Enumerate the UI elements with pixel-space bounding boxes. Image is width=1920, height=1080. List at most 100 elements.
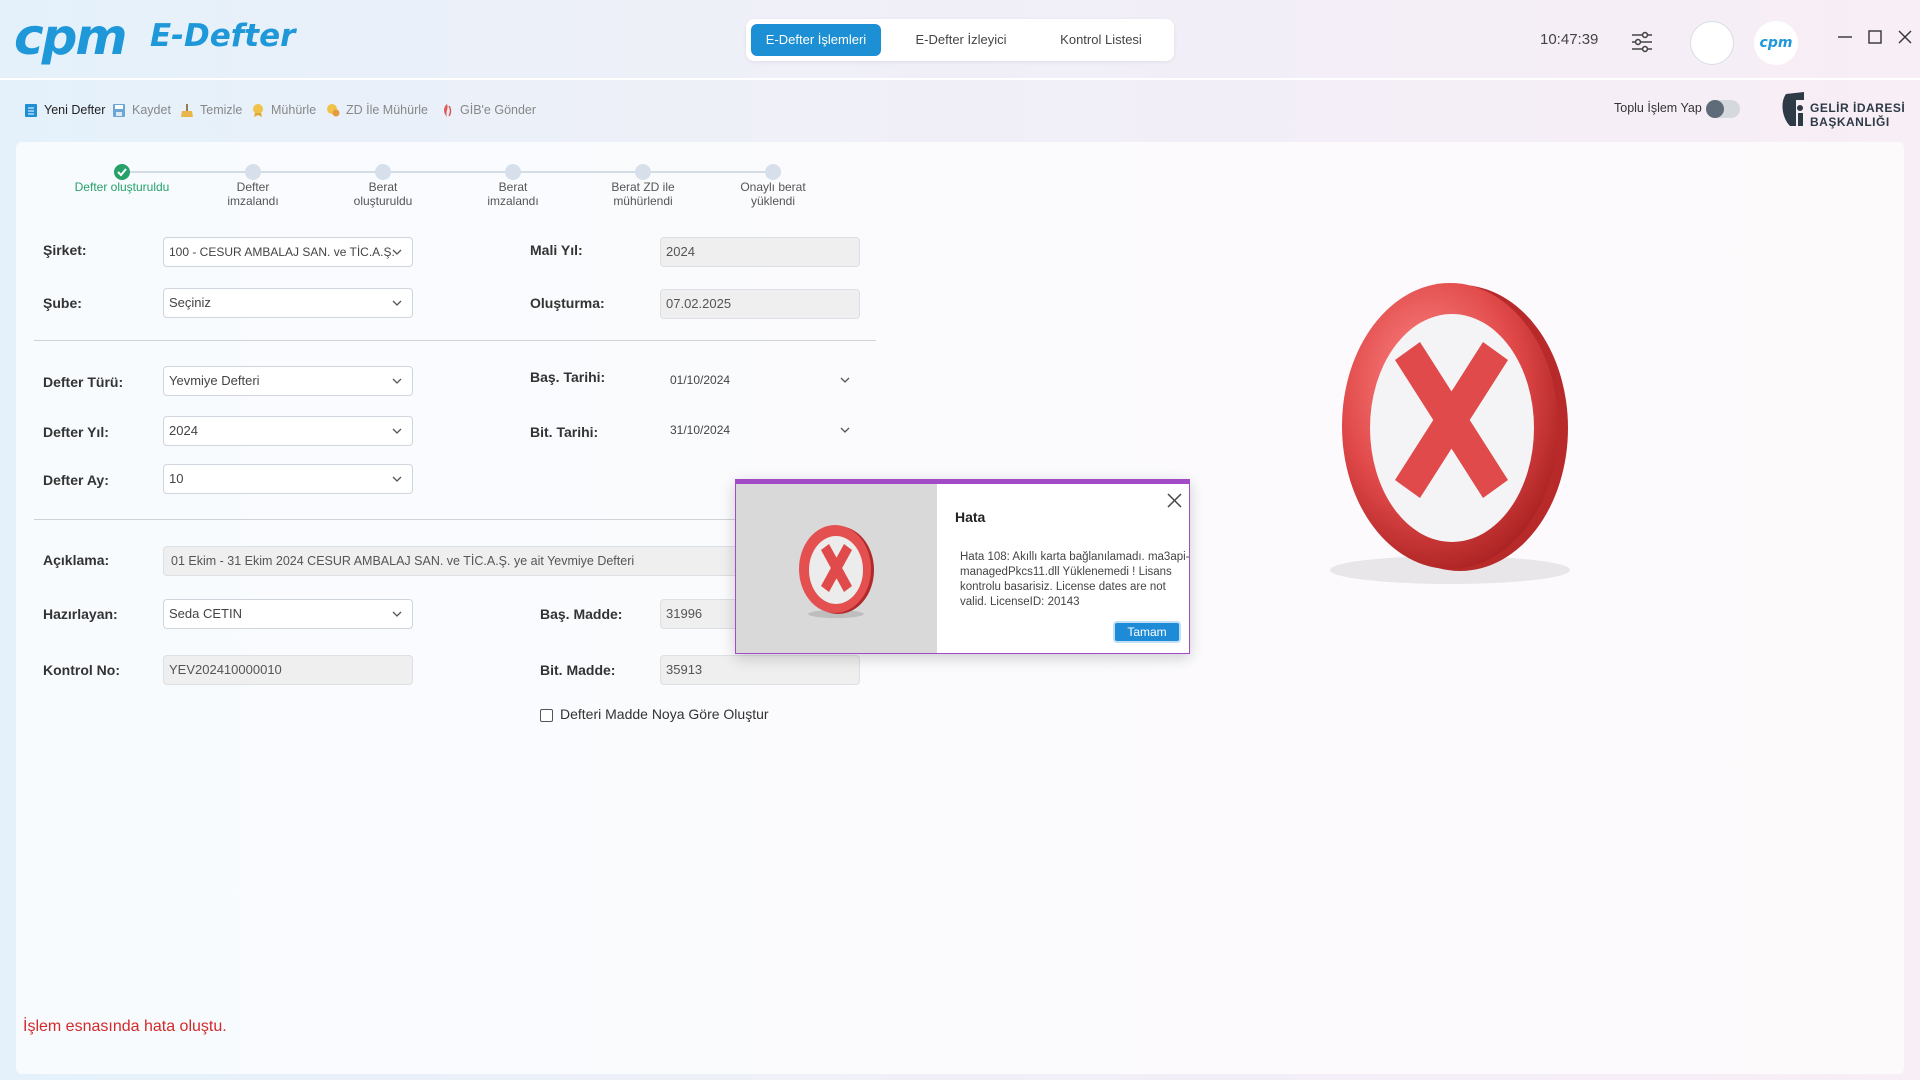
dialog-ok-button[interactable]: Tamam [1113, 621, 1181, 643]
start-entry-label: Baş. Madde: [540, 606, 623, 622]
tab-edefter-islemleri[interactable]: E-Defter İşlemleri [751, 24, 881, 56]
maximize-icon[interactable] [1866, 28, 1884, 46]
app-title: E-Defter [150, 18, 296, 54]
chevron-down-icon [840, 427, 850, 433]
step-label-4: Berat imzalandı [453, 180, 573, 208]
seal-icon [253, 103, 263, 117]
save-button[interactable]: Kaydet [112, 100, 171, 120]
gib-logo-line-1: GELİR İDARESİ [1810, 101, 1906, 115]
ledger-year-label: Defter Yıl: [43, 424, 109, 440]
step-label-1: Defter oluşturuldu [62, 180, 182, 194]
step-dot-6 [765, 164, 781, 180]
branch-value: Seçiniz [169, 295, 211, 310]
clear-button[interactable]: Temizle [180, 100, 242, 120]
prepared-by-label: Hazırlayan: [43, 606, 118, 622]
error-x-icon [799, 525, 874, 618]
chevron-down-icon [392, 249, 402, 255]
step-label-4-line-2: imzalandı [487, 194, 539, 208]
chevron-down-icon [392, 476, 402, 482]
control-no-field: YEV202410000010 [163, 655, 413, 685]
step-label-6: Onaylı berat yüklendi [713, 180, 833, 208]
branch-select[interactable]: Seçiniz [163, 288, 413, 318]
step-label-6-line-1: Onaylı berat [740, 180, 806, 194]
created-date-label: Oluşturma: [530, 295, 605, 311]
clock: 10:47:39 [1540, 31, 1599, 48]
main-tabs: E-Defter İşlemleri E-Defter İzleyici Kon… [746, 19, 1174, 61]
step-dot-3 [375, 164, 391, 180]
control-no-label: Kontrol No: [43, 662, 120, 678]
description-label: Açıklama: [43, 552, 110, 568]
tab-kontrol-listesi[interactable]: Kontrol Listesi [1036, 24, 1166, 56]
start-date-value: 01/10/2024 [670, 373, 731, 387]
minimize-icon[interactable] [1836, 28, 1854, 46]
step-dot-5 [635, 164, 651, 180]
seal-button[interactable]: Mühürle [251, 100, 316, 120]
step-label-6-line-2: yüklendi [750, 194, 796, 208]
broom-icon [181, 103, 193, 117]
ledger-type-select[interactable]: Yevmiye Defteri [163, 366, 413, 396]
bulk-operation-toggle[interactable] [1706, 100, 1740, 118]
chevron-down-icon [392, 300, 402, 306]
entry-order-checkbox-label: Defteri Madde Noya Göre Oluştur [560, 706, 769, 722]
step-label-5-line-1: Berat ZD ile [611, 180, 675, 194]
toggle-knob [1706, 100, 1724, 118]
step-label-1-line-1: Defter oluşturuldu [74, 180, 170, 194]
step-label-5-line-2: mühürlendi [613, 194, 673, 208]
clear-label: Temizle [200, 103, 243, 117]
end-entry-field[interactable]: 35913 [660, 655, 860, 685]
created-date-field: 07.02.2025 [660, 289, 860, 319]
seal-with-timestamp-button[interactable]: ZD İle Mühürle [326, 100, 428, 120]
seal-timestamp-icon [327, 103, 340, 116]
step-label-2-line-1: Defter [236, 180, 270, 194]
chevron-down-icon [392, 428, 402, 434]
ledger-month-select[interactable]: 10 [163, 464, 413, 494]
end-entry-label: Bit. Madde: [540, 662, 616, 678]
step-label-5: Berat ZD ile mühürlendi [583, 180, 703, 208]
ledger-month-label: Defter Ay: [43, 472, 109, 488]
end-date-value: 31/10/2024 [670, 423, 731, 437]
step-label-2: Defter imzalandı [193, 180, 313, 208]
start-date-label: Baş. Tarihi: [530, 369, 606, 385]
step-label-3: Berat oluşturuldu [323, 180, 443, 208]
settings-sliders-icon[interactable] [1630, 30, 1654, 54]
company-label: Şirket: [43, 242, 87, 258]
ledger-type-value: Yevmiye Defteri [169, 373, 260, 388]
step-label-2-line-2: imzalandı [227, 194, 279, 208]
new-ledger-label: Yeni Defter [44, 103, 106, 117]
entry-order-checkbox[interactable] [540, 709, 553, 722]
seal-with-timestamp-label: ZD İle Mühürle [346, 103, 428, 117]
new-ledger-button[interactable]: Yeni Defter [24, 100, 105, 120]
check-icon [117, 168, 127, 177]
user-avatar[interactable] [1690, 21, 1734, 65]
chevron-down-icon [840, 377, 850, 383]
send-to-gib-button[interactable]: GİB'e Gönder [440, 100, 536, 120]
progress-track [122, 171, 774, 173]
section-divider-1 [34, 340, 876, 341]
chevron-down-icon [392, 378, 402, 384]
dialog-message: Hata 108: Akıllı karta bağlanılamadı. ma… [960, 551, 1190, 608]
start-date-picker[interactable]: 01/10/2024 [665, 366, 860, 396]
step-label-3-line-1: Berat [368, 180, 398, 194]
send-to-gib-label: GİB'e Gönder [460, 103, 537, 117]
prepared-by-select[interactable]: Seda CETIN [163, 599, 413, 629]
end-date-picker[interactable]: 31/10/2024 [665, 416, 860, 446]
ledger-year-select[interactable]: 2024 [163, 416, 413, 446]
company-select[interactable]: 100 - CESUR AMBALAJ SAN. ve TİC.A.Ş. [163, 237, 413, 267]
ledger-year-value: 2024 [169, 423, 198, 438]
company-value: 100 - CESUR AMBALAJ SAN. ve TİC.A.Ş. [169, 245, 395, 259]
bulk-operation-label: Toplu İşlem Yap [1614, 101, 1702, 115]
chevron-down-icon [392, 611, 402, 617]
step-dot-2 [245, 164, 261, 180]
close-icon[interactable] [1896, 28, 1914, 46]
tab-edefter-izleyici[interactable]: E-Defter İzleyici [896, 24, 1026, 56]
dialog-close-icon[interactable] [1166, 492, 1183, 509]
step-label-4-line-1: Berat [498, 180, 528, 194]
save-label: Kaydet [132, 103, 171, 117]
error-dialog: Hata Hata 108: Akıllı karta bağlanılamad… [735, 479, 1190, 654]
step-dot-4 [505, 164, 521, 180]
status-error-message: İşlem esnasında hata oluştu. [23, 1018, 227, 1035]
save-icon [113, 103, 125, 117]
title-bar: cpm E-Defter E-Defter İşlemleri E-Defter… [0, 0, 1920, 78]
company-avatar[interactable]: cpm [1754, 21, 1798, 65]
prepared-by-value: Seda CETIN [169, 606, 242, 621]
